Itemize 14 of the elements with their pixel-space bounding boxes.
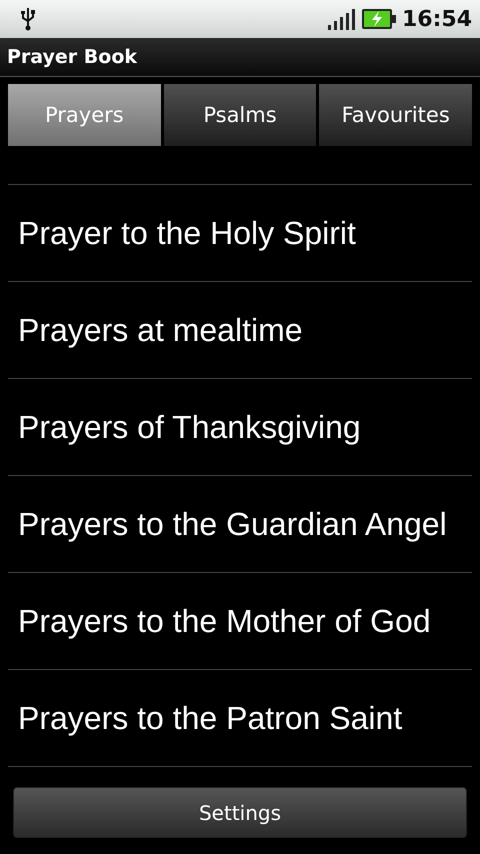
clock-time: 16:54: [402, 6, 472, 32]
list-item[interactable]: Prayers at mealtime: [18, 312, 303, 348]
battery-charging-icon: [362, 8, 396, 30]
list-item[interactable]: Prayers of Thanksgiving: [18, 408, 361, 446]
app-title: Prayer Book: [7, 46, 138, 68]
tab[interactable]: Favourites: [319, 84, 472, 146]
list-item[interactable]: Prayers to the Mother of God: [18, 602, 431, 640]
settings-button[interactable]: Settings: [13, 787, 467, 838]
list-item[interactable]: Prayers to the Patron Saint: [18, 700, 402, 736]
signal-icon: [328, 8, 356, 30]
list-item[interactable]: Prayers to the Guardian Angel: [18, 506, 447, 542]
list-item[interactable]: Prayer to the Holy Spirit: [18, 214, 356, 252]
usb-icon: [20, 7, 36, 31]
tab[interactable]: Psalms: [164, 84, 316, 146]
